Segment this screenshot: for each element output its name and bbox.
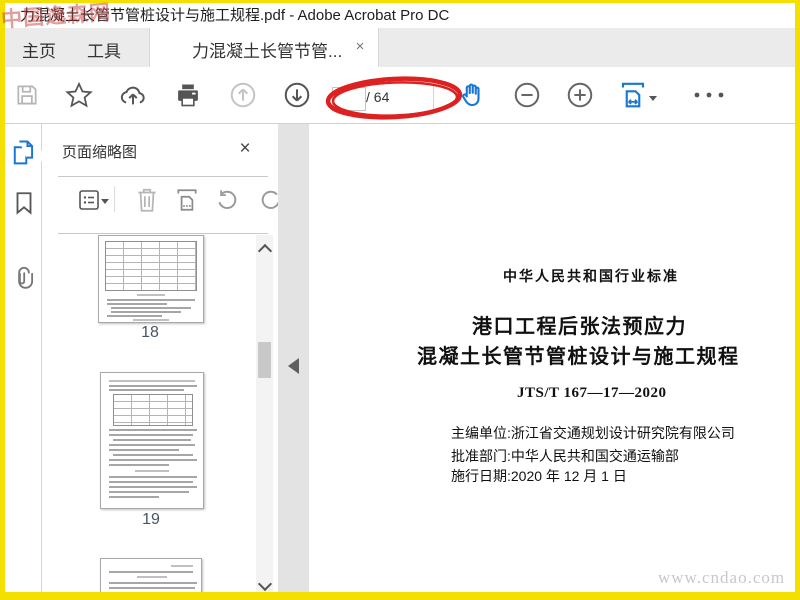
thumbnail-label-19: 19 [142,511,160,528]
resize-pages-icon[interactable] [174,186,200,214]
panel-divider [58,233,268,234]
page-thumbnails-panel-icon[interactable] [10,138,38,168]
main-toolbar: / 64 [5,67,795,124]
toolbar-separator [433,82,434,110]
page-thumbnails-panel: 页面缩略图 × 18 19 [42,124,278,592]
save-icon[interactable] [12,80,42,110]
print-icon[interactable] [173,80,203,110]
tab-home[interactable]: 主页 [11,37,67,67]
document-page: 中华人民共和国行业标准 港口工程后张法预应力 混凝土长管节管桩设计与施工规程 J… [309,124,795,592]
thumbnails-scrollbar[interactable] [256,235,273,592]
document-title-line1: 港口工程后张法预应力 [472,316,687,338]
collapse-panel-icon[interactable] [288,358,299,374]
rotate-ccw-icon[interactable] [214,186,240,214]
tab-close-icon[interactable]: × [352,38,368,55]
effective-date-line: 施行日期:2020 年 12 月 1 日 [451,468,627,484]
previous-page-icon[interactable] [228,80,258,110]
site-watermark-bottom: www.cndao.com [658,568,786,587]
rotate-cw-icon[interactable] [258,186,278,214]
acrobat-window: 力混凝土长管节管桩设计与施工规程.pdf - Adobe Acrobat Pro… [0,0,800,600]
cloud-upload-icon[interactable] [118,80,148,110]
panel-divider [58,176,268,177]
trash-icon[interactable] [134,186,160,214]
thumbnail-table-graphic [105,241,197,291]
document-title-line2: 混凝土长管节管桩设计与施工规程 [417,346,740,368]
panel-title: 页面缩略图 [62,144,138,161]
options-icon[interactable] [76,186,102,214]
tab-document[interactable]: 力混凝土长管节管... × [149,28,379,68]
scrollbar-thumb[interactable] [258,342,271,378]
thumbnail-page-18[interactable] [98,235,204,323]
thumbnail-page-19[interactable] [100,372,204,509]
next-page-icon[interactable] [282,80,312,110]
attachments-panel-icon[interactable] [10,262,38,292]
title-bar: 力混凝土长管节管桩设计与施工规程.pdf - Adobe Acrobat Pro… [5,3,795,28]
bookmarks-panel-icon[interactable] [10,188,38,218]
page-number-input[interactable] [332,87,366,111]
panel-resize-strip[interactable] [278,124,309,592]
tab-tools[interactable]: 工具 [73,37,135,67]
more-tools-icon[interactable] [689,80,729,110]
capture-frame-bottom [0,592,800,600]
fit-width-icon[interactable] [618,80,648,110]
options-dropdown-icon[interactable] [101,199,109,204]
fit-width-dropdown-icon[interactable] [649,96,657,101]
panel-toolbar-separator [114,186,115,212]
star-icon[interactable] [64,80,94,110]
zoom-out-icon[interactable] [512,80,542,110]
zoom-in-icon[interactable] [565,80,595,110]
tab-document-label: 力混凝土长管节管... [192,42,343,61]
tab-bar: 主页 工具 力混凝土长管节管... × [5,28,795,68]
standard-label: 中华人民共和国行业标准 [503,268,679,284]
window-title: 力混凝土长管节管桩设计与施工规程.pdf - Adobe Acrobat Pro… [20,7,450,24]
capture-frame-right [795,0,800,600]
hand-tool-icon[interactable] [458,80,488,110]
thumbnail-label-18: 18 [141,324,159,341]
panel-close-icon[interactable]: × [236,138,254,160]
thumbnail-page-20[interactable] [100,558,202,592]
navigation-rail [5,124,42,592]
chief-editor-line: 主编单位:浙江省交通规划设计研究院有限公司 [451,425,735,441]
approval-dept-line: 批准部门:中华人民共和国交通运输部 [451,448,679,464]
page-count-label: / 64 [366,89,390,105]
standard-code: JTS/T 167—17—2020 [517,385,667,401]
